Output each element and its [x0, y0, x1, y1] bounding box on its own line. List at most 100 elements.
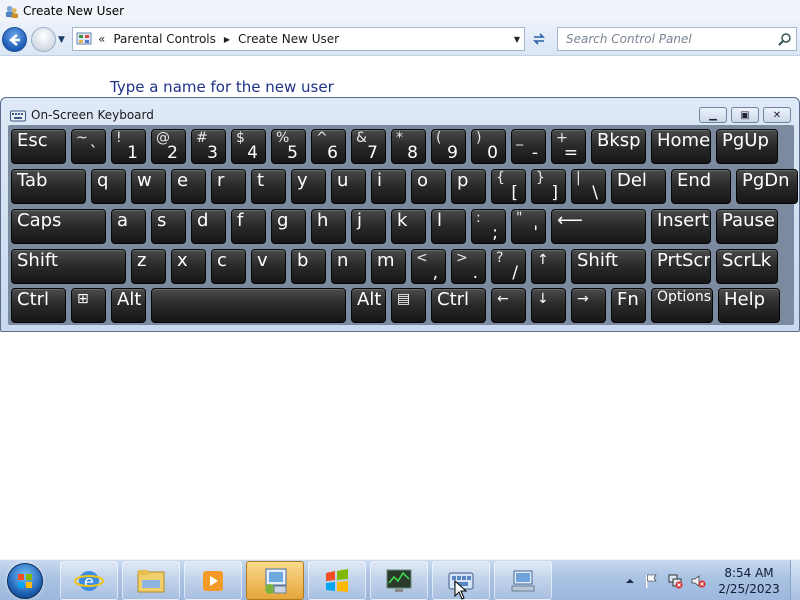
minimize-button[interactable]: ▁	[699, 107, 727, 123]
key-r[interactable]: r	[211, 169, 246, 204]
key-4[interactable]: $4	[231, 129, 266, 164]
key-pause[interactable]: Pause	[716, 209, 778, 244]
key-windows[interactable]: ⊞	[71, 288, 106, 323]
key-r0c13[interactable]: + =	[551, 129, 586, 164]
key-p[interactable]: p	[451, 169, 486, 204]
key-7[interactable]: & 7	[351, 129, 386, 164]
recent-pages-dropdown-icon[interactable]: ▼	[58, 35, 65, 45]
key-l[interactable]: l	[431, 209, 466, 244]
key-prtscn[interactable]: PrtScn	[651, 249, 711, 284]
back-button[interactable]	[2, 27, 27, 52]
forward-button[interactable]	[31, 27, 56, 52]
taskbar-internet-explorer[interactable]: e	[60, 561, 118, 600]
key-r1c11[interactable]: {[	[491, 169, 526, 204]
close-button[interactable]: ✕	[763, 107, 791, 123]
key-r1c13[interactable]: | \	[571, 169, 606, 204]
taskbar-windows[interactable]	[308, 561, 366, 600]
system-clock[interactable]: 8:54 AM 2/25/2023	[712, 565, 786, 597]
breadcrumb-separator-icon[interactable]: ▶	[224, 35, 230, 44]
key-n[interactable]: n	[331, 249, 366, 284]
key-alt[interactable]: Alt	[351, 288, 386, 323]
key-r3c10[interactable]: ? /	[491, 249, 526, 284]
key-down-arrow[interactable]: ↓	[531, 288, 566, 323]
key-3[interactable]: #3	[191, 129, 226, 164]
key-g[interactable]: g	[271, 209, 306, 244]
key-t[interactable]: t	[251, 169, 286, 204]
key-b[interactable]: b	[291, 249, 326, 284]
key-9[interactable]: (9	[431, 129, 466, 164]
key-shift[interactable]: Shift	[571, 249, 646, 284]
key-8[interactable]: * 8	[391, 129, 426, 164]
key-caps[interactable]: Caps	[11, 209, 106, 244]
key-u[interactable]: u	[331, 169, 366, 204]
search-input[interactable]: Search Control Panel	[557, 27, 797, 51]
key-left-arrow[interactable]: ←	[491, 288, 526, 323]
key-scrlk[interactable]: ScrLk	[716, 249, 778, 284]
key-r0c12[interactable]: _ -	[511, 129, 546, 164]
maximize-button[interactable]: ▣	[731, 107, 759, 123]
key-r0c1[interactable]: ~ `	[71, 129, 106, 164]
key-right-arrow[interactable]: →	[571, 288, 606, 323]
key-ctrl[interactable]: Ctrl	[431, 288, 486, 323]
taskbar-control-panel[interactable]	[246, 561, 304, 600]
key-y[interactable]: y	[291, 169, 326, 204]
key-esc[interactable]: Esc	[11, 129, 66, 164]
key-k[interactable]: k	[391, 209, 426, 244]
key-tab[interactable]: Tab	[11, 169, 86, 204]
key-menu[interactable]: ▤	[391, 288, 426, 323]
key-z[interactable]: z	[131, 249, 166, 284]
key-6[interactable]: ^ 6	[311, 129, 346, 164]
key-d[interactable]: d	[191, 209, 226, 244]
key-end[interactable]: End	[671, 169, 731, 204]
key-x[interactable]: x	[171, 249, 206, 284]
key-insert[interactable]: Insert	[651, 209, 711, 244]
key-ctrl[interactable]: Ctrl	[11, 288, 66, 323]
key-r3c8[interactable]: <,	[411, 249, 446, 284]
key-m[interactable]: m	[371, 249, 406, 284]
breadcrumb-create-new-user[interactable]: Create New User	[238, 32, 339, 46]
key-r2c10[interactable]: :;	[471, 209, 506, 244]
action-center-flag-icon[interactable]	[643, 573, 659, 589]
key-r1c12[interactable]: }]	[531, 169, 566, 204]
key-r2c11[interactable]: " '	[511, 209, 546, 244]
key-1[interactable]: ! 1	[111, 129, 146, 164]
key-w[interactable]: w	[131, 169, 166, 204]
key-help[interactable]: Help	[718, 288, 780, 323]
key-s[interactable]: s	[151, 209, 186, 244]
key-2[interactable]: @2	[151, 129, 186, 164]
key-bksp[interactable]: Bksp	[591, 129, 646, 164]
key-a[interactable]: a	[111, 209, 146, 244]
taskbar-network[interactable]	[494, 561, 552, 600]
show-hidden-icons-icon[interactable]	[622, 573, 638, 589]
refresh-button[interactable]	[528, 28, 550, 50]
taskbar-media-player[interactable]	[184, 561, 242, 600]
key-enter[interactable]: ⟵	[551, 209, 646, 244]
key-h[interactable]: h	[311, 209, 346, 244]
breadcrumb-overflow[interactable]: «	[98, 32, 105, 46]
key-q[interactable]: q	[91, 169, 126, 204]
key-5[interactable]: % 5	[271, 129, 306, 164]
address-bar[interactable]: « Parental Controls ▶ Create New User ▼	[72, 27, 525, 51]
taskbar-performance-monitor[interactable]	[370, 561, 428, 600]
key-options[interactable]: Options	[651, 288, 713, 323]
taskbar-windows-explorer[interactable]	[122, 561, 180, 600]
volume-muted-icon[interactable]	[690, 573, 706, 589]
breadcrumb-parental-controls[interactable]: Parental Controls	[113, 32, 216, 46]
key-up-arrow[interactable]: ↑	[531, 249, 566, 284]
address-dropdown-icon[interactable]: ▼	[514, 35, 520, 44]
key-0[interactable]: ) 0	[471, 129, 506, 164]
key-e[interactable]: e	[171, 169, 206, 204]
key-i[interactable]: i	[371, 169, 406, 204]
key-r3c9[interactable]: >.	[451, 249, 486, 284]
search-icon[interactable]	[778, 32, 792, 46]
key-f[interactable]: f	[231, 209, 266, 244]
key-home[interactable]: Home	[651, 129, 711, 164]
show-desktop-button[interactable]	[790, 560, 800, 600]
key-shift[interactable]: Shift	[11, 249, 126, 284]
network-disconnected-icon[interactable]	[667, 573, 683, 589]
key-pgup[interactable]: PgUp	[716, 129, 778, 164]
start-button[interactable]	[2, 560, 48, 600]
key-fn[interactable]: Fn	[611, 288, 646, 323]
key-alt[interactable]: Alt	[111, 288, 146, 323]
key-del[interactable]: Del	[611, 169, 666, 204]
